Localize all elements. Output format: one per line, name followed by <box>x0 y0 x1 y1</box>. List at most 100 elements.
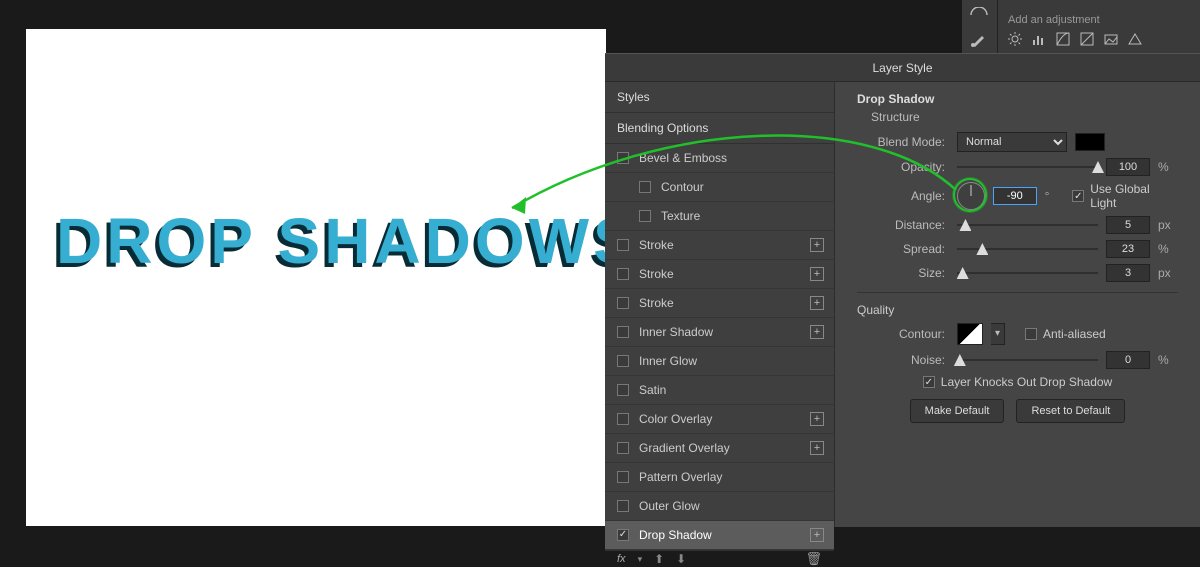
curves-icon[interactable] <box>1056 32 1070 46</box>
checkbox-icon[interactable] <box>617 297 629 309</box>
checkbox-icon <box>923 376 935 388</box>
distance-label: Distance: <box>857 218 957 232</box>
styles-column: Styles Blending Options Bevel & Emboss Co… <box>605 82 835 527</box>
move-down-icon[interactable]: ⬇ <box>676 552 686 566</box>
layer-knocks-out-label: Layer Knocks Out Drop Shadow <box>941 375 1112 389</box>
checkbox-icon[interactable] <box>617 413 629 425</box>
style-row-label: Satin <box>639 383 666 397</box>
dialog-title: Layer Style <box>605 54 1200 82</box>
style-row-drop-shadow[interactable]: Drop Shadow + <box>605 521 834 550</box>
photo-filter-icon[interactable] <box>1104 32 1118 46</box>
fx-menu-caret-icon[interactable]: ▾ <box>638 554 643 565</box>
noise-value[interactable]: 0 <box>1106 351 1150 369</box>
add-effect-icon[interactable]: + <box>810 267 824 281</box>
checkbox-icon[interactable] <box>617 268 629 280</box>
use-global-light-checkbox[interactable]: Use Global Light <box>1072 182 1178 210</box>
style-row-gradient-overlay[interactable]: Gradient Overlay+ <box>605 434 834 463</box>
spread-unit: % <box>1158 242 1178 256</box>
style-row-label: Drop Shadow <box>639 528 712 542</box>
blend-mode-label: Blend Mode: <box>857 135 957 149</box>
style-row-label: Inner Glow <box>639 354 697 368</box>
drop-shadow-settings: Drop Shadow Structure Blend Mode: Normal… <box>835 82 1200 527</box>
fx-menu[interactable]: fx <box>617 553 626 565</box>
style-row-contour[interactable]: Contour <box>605 173 834 202</box>
styles-header[interactable]: Styles <box>605 82 834 113</box>
canvas: DROP SHADOWS <box>26 29 606 526</box>
style-row-label: Stroke <box>639 267 674 281</box>
contour-label: Contour: <box>857 327 957 341</box>
checkbox-icon <box>1025 328 1037 340</box>
checkbox-icon[interactable] <box>639 181 651 193</box>
distance-value[interactable]: 5 <box>1106 216 1150 234</box>
trash-icon[interactable]: 🗑 <box>805 551 822 567</box>
add-effect-icon[interactable]: + <box>810 441 824 455</box>
style-row-bevel-emboss[interactable]: Bevel & Emboss <box>605 144 834 173</box>
style-row-label: Contour <box>661 180 704 194</box>
blending-options[interactable]: Blending Options <box>605 113 834 144</box>
style-row-texture[interactable]: Texture <box>605 202 834 231</box>
triangle-icon[interactable] <box>1128 32 1142 46</box>
adjustments-hint: Add an adjustment <box>1008 14 1100 26</box>
size-value[interactable]: 3 <box>1106 264 1150 282</box>
shadow-color-swatch[interactable] <box>1075 133 1105 151</box>
style-row-label: Texture <box>661 209 700 223</box>
style-row-label: Pattern Overlay <box>639 470 722 484</box>
style-row-stroke[interactable]: Stroke+ <box>605 231 834 260</box>
angle-unit: ° <box>1045 189 1065 203</box>
add-effect-icon[interactable]: + <box>810 412 824 426</box>
anti-aliased-checkbox[interactable]: Anti-aliased <box>1025 327 1106 341</box>
checkbox-icon[interactable] <box>617 529 629 541</box>
noise-slider[interactable] <box>957 353 1098 367</box>
adjustments-tool-column <box>962 0 998 55</box>
checkbox-icon[interactable] <box>617 355 629 367</box>
checkbox-icon[interactable] <box>617 239 629 251</box>
spread-value[interactable]: 23 <box>1106 240 1150 258</box>
style-row-outer-glow[interactable]: Outer Glow <box>605 492 834 521</box>
checkbox-icon[interactable] <box>617 326 629 338</box>
add-effect-icon[interactable]: + <box>810 325 824 339</box>
checkbox-icon[interactable] <box>617 152 629 164</box>
style-row-satin[interactable]: Satin <box>605 376 834 405</box>
blend-mode-select[interactable]: Normal <box>957 132 1067 152</box>
style-row-stroke[interactable]: Stroke + <box>605 260 834 289</box>
opacity-unit: % <box>1158 160 1178 174</box>
add-effect-icon[interactable]: + <box>810 528 824 542</box>
levels-icon[interactable] <box>1032 32 1046 46</box>
section-title: Drop Shadow <box>857 92 1178 106</box>
checkbox-icon[interactable] <box>617 384 629 396</box>
opacity-label: Opacity: <box>857 160 957 174</box>
sun-icon[interactable] <box>1008 32 1022 46</box>
distance-slider[interactable] <box>957 218 1098 232</box>
style-row-stroke[interactable]: Stroke + <box>605 289 834 318</box>
opacity-value[interactable]: 100 <box>1106 158 1150 176</box>
layer-knocks-out-checkbox[interactable]: Layer Knocks Out Drop Shadow <box>923 375 1112 389</box>
checkbox-icon[interactable] <box>617 442 629 454</box>
checkbox-icon[interactable] <box>639 210 651 222</box>
opacity-slider[interactable] <box>957 160 1098 174</box>
size-slider[interactable] <box>957 266 1098 280</box>
size-unit: px <box>1158 266 1178 280</box>
checkbox-icon[interactable] <box>617 500 629 512</box>
style-row-pattern-overlay[interactable]: Pattern Overlay <box>605 463 834 492</box>
contour-dropdown-icon[interactable]: ▾ <box>991 323 1005 345</box>
move-up-icon[interactable]: ⬆ <box>654 552 664 566</box>
anti-aliased-label: Anti-aliased <box>1043 327 1106 341</box>
make-default-button[interactable]: Make Default <box>910 399 1005 423</box>
spread-slider[interactable] <box>957 242 1098 256</box>
contour-swatch[interactable] <box>957 323 983 345</box>
add-effect-icon[interactable]: + <box>810 296 824 310</box>
styles-footer: fx ▾ ⬆ ⬇ 🗑 <box>605 550 834 567</box>
add-effect-icon[interactable]: + <box>810 238 824 252</box>
use-global-light-label: Use Global Light <box>1090 182 1178 210</box>
style-row-color-overlay[interactable]: Color Overlay+ <box>605 405 834 434</box>
style-row-label: Stroke <box>639 296 674 310</box>
brush-icon[interactable] <box>970 30 988 48</box>
checkbox-icon[interactable] <box>617 471 629 483</box>
style-row-inner-glow[interactable]: Inner Glow <box>605 347 834 376</box>
style-row-inner-shadow[interactable]: Inner Shadow+ <box>605 318 834 347</box>
angle-value[interactable]: -90 <box>993 187 1037 205</box>
spread-label: Spread: <box>857 242 957 256</box>
half-circle-icon[interactable] <box>970 4 988 12</box>
exposure-icon[interactable] <box>1080 32 1094 46</box>
reset-default-button[interactable]: Reset to Default <box>1016 399 1125 423</box>
